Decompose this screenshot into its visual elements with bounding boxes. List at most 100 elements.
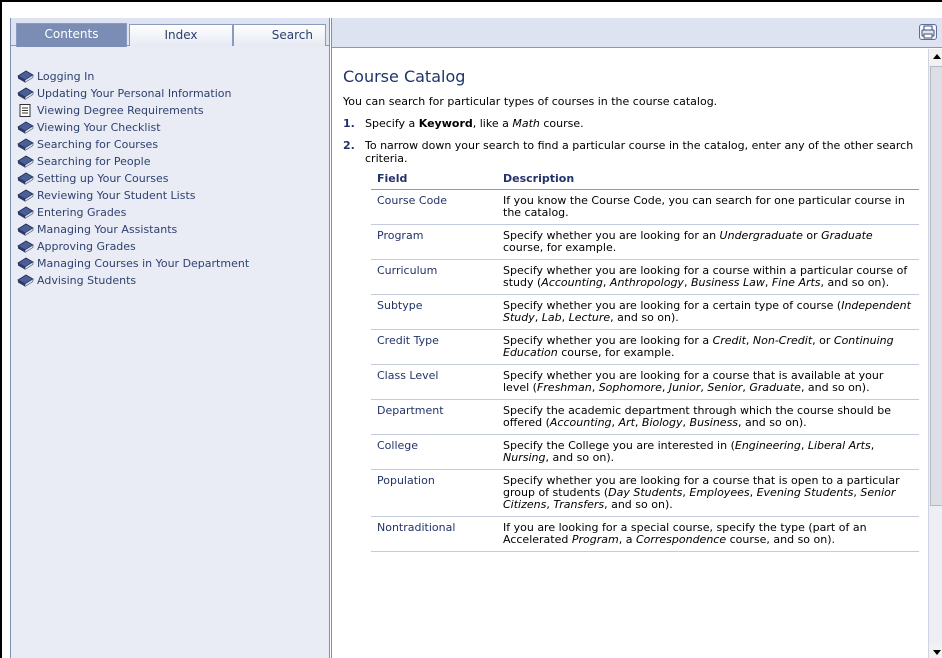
- field-name-cell: College: [371, 434, 497, 470]
- field-name-cell: Credit Type: [371, 329, 497, 365]
- toc-item-label: Approving Grades: [37, 240, 136, 253]
- toc-item[interactable]: Logging In: [17, 68, 327, 85]
- toc-item-label: Entering Grades: [37, 206, 127, 219]
- toc-item-label: Viewing Your Checklist: [37, 121, 161, 134]
- page-title: Course Catalog: [343, 67, 466, 86]
- table-row: Subtype Specify whether you are looking f…: [371, 294, 919, 330]
- step-text-mid: , like a: [472, 117, 513, 130]
- toc-item[interactable]: Viewing Degree Requirements: [17, 102, 327, 119]
- table-row: Credit Type Specify whether you are looki…: [371, 329, 919, 365]
- table-row: Nontraditional If you are looking for a s…: [371, 516, 919, 552]
- toc-item-label: Managing Courses in Your Department: [37, 257, 250, 270]
- column-header-description: Description: [497, 169, 919, 190]
- field-description-cell: Specify whether you are looking for a Cr…: [497, 329, 919, 365]
- tab-search[interactable]: Search: [233, 24, 326, 46]
- book-icon: [17, 274, 34, 287]
- arrow-down-icon: [933, 650, 941, 655]
- table-row: Course Code If you know the Course Code, …: [371, 189, 919, 225]
- book-icon: [17, 240, 34, 253]
- table-row: Department Specify the academic departmen…: [371, 399, 919, 435]
- field-description-cell: Specify whether you are looking for a co…: [497, 259, 919, 295]
- toc-item[interactable]: Searching for People: [17, 153, 327, 170]
- field-description-cell: If you are looking for a special course,…: [497, 516, 919, 552]
- help-topic: Course Catalog You can search for partic…: [332, 49, 928, 658]
- field-name-cell: Course Code: [371, 189, 497, 225]
- book-icon: [17, 172, 34, 185]
- field-description-cell: Specify whether you are looking for an U…: [497, 224, 919, 260]
- example-term: Math: [512, 117, 540, 130]
- toc-item[interactable]: Managing Your Assistants: [17, 221, 327, 238]
- toc-item[interactable]: Setting up Your Courses: [17, 170, 327, 187]
- scroll-thumb[interactable]: [930, 66, 942, 506]
- toc-item-label: Viewing Degree Requirements: [37, 104, 204, 117]
- table-row: Class Level Specify whether you are looki…: [371, 364, 919, 400]
- book-icon: [17, 138, 34, 151]
- book-icon: [17, 155, 34, 168]
- field-name-cell: Curriculum: [371, 259, 497, 295]
- field-name-cell: Subtype: [371, 294, 497, 330]
- book-icon: [17, 206, 34, 219]
- toc-item[interactable]: Entering Grades: [17, 204, 327, 221]
- page-icon: [19, 104, 31, 117]
- toc-item-label: Setting up Your Courses: [37, 172, 169, 185]
- toc-item[interactable]: Reviewing Your Student Lists: [17, 187, 327, 204]
- toc-item-label: Reviewing Your Student Lists: [37, 189, 196, 202]
- step-text: To narrow down your search to find a par…: [365, 139, 914, 165]
- field-description-cell: Specify the College you are interested i…: [497, 434, 919, 470]
- field-description-cell: Specify the academic department through …: [497, 399, 919, 435]
- field-description-cell: Specify whether you are looking for a co…: [497, 364, 919, 400]
- step-1: 1. Specify a Keyword, like a Math course…: [343, 117, 928, 139]
- step-text-post: course.: [539, 117, 584, 130]
- vertical-scrollbar[interactable]: [928, 49, 942, 658]
- navigation-pane: Contents Index Search Logging In Updating…: [10, 18, 330, 658]
- table-row: Population Specify whether you are lookin…: [371, 469, 919, 517]
- book-icon: [17, 223, 34, 236]
- table-header-row: Field Description: [371, 169, 919, 190]
- book-icon: [17, 87, 34, 100]
- toc-item[interactable]: Viewing Your Checklist: [17, 119, 327, 136]
- tab-contents[interactable]: Contents: [16, 23, 127, 47]
- field-name-cell: Department: [371, 399, 497, 435]
- scroll-up-button[interactable]: [929, 49, 942, 65]
- step-2: 2. To narrow down your search to find a …: [343, 139, 928, 167]
- book-icon: [17, 121, 34, 134]
- toc-item-label: Managing Your Assistants: [37, 223, 178, 236]
- table-of-contents: Logging In Updating Your Personal Informa…: [17, 68, 327, 289]
- toc-item-label: Logging In: [37, 70, 95, 83]
- keyword-term: Keyword: [418, 117, 473, 130]
- field-description-cell: Specify whether you are looking for a co…: [497, 469, 919, 517]
- book-icon: [17, 257, 34, 270]
- scroll-down-button[interactable]: [929, 644, 942, 658]
- tab-index[interactable]: Index: [129, 24, 233, 46]
- table-row: Curriculum Specify whether you are lookin…: [371, 259, 919, 295]
- field-name-cell: Program: [371, 224, 497, 260]
- arrow-up-icon: [933, 54, 941, 59]
- help-window: Contents Index Search Logging In Updating…: [0, 0, 942, 658]
- print-icon: [921, 25, 935, 39]
- field-name-cell: Class Level: [371, 364, 497, 400]
- toc-item-label: Updating Your Personal Information: [37, 87, 232, 100]
- content-pane: Course Catalog You can search for partic…: [331, 18, 942, 658]
- print-button[interactable]: [919, 24, 937, 40]
- table-row: College Specify the College you are inter…: [371, 434, 919, 470]
- field-description-cell: Specify whether you are looking for a ce…: [497, 294, 919, 330]
- column-header-field: Field: [371, 169, 497, 190]
- field-name-cell: Nontraditional: [371, 516, 497, 552]
- toc-item[interactable]: Updating Your Personal Information: [17, 85, 327, 102]
- table-row: Program Specify whether you are looking f…: [371, 224, 919, 260]
- toc-item-label: Searching for People: [37, 155, 151, 168]
- step-text-pre: Specify a: [365, 117, 419, 130]
- book-icon: [17, 189, 34, 202]
- toc-item-label: Advising Students: [37, 274, 137, 287]
- toc-item[interactable]: Managing Courses in Your Department: [17, 255, 327, 272]
- field-description-cell: If you know the Course Code, you can sea…: [497, 189, 919, 225]
- nav-tabs: Contents Index Search: [11, 18, 329, 47]
- intro-text: You can search for particular types of c…: [343, 95, 718, 108]
- field-name-cell: Population: [371, 469, 497, 517]
- search-fields-table: Field Description Course Code If you know…: [371, 169, 919, 552]
- toc-item-label: Searching for Courses: [37, 138, 159, 151]
- toc-item[interactable]: Approving Grades: [17, 238, 327, 255]
- toc-item[interactable]: Searching for Courses: [17, 136, 327, 153]
- content-toolbar: [332, 18, 942, 48]
- toc-item[interactable]: Advising Students: [17, 272, 327, 289]
